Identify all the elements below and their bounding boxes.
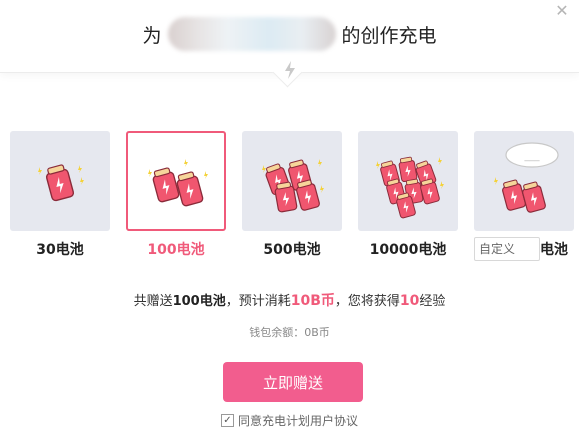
option-tile[interactable] <box>126 131 226 231</box>
summary-cost: 10B币 <box>290 293 335 309</box>
option-label: 10000电池 <box>369 242 447 258</box>
wallet-balance: 钱包余额：0B币 <box>249 326 330 339</box>
option-label: 100电池 <box>147 242 205 258</box>
battery-icon-group <box>262 159 324 213</box>
option-label: 500电池 <box>263 242 321 258</box>
spark-icon <box>78 165 82 173</box>
dialog-title: 为 的创作充电 <box>0 17 579 51</box>
spark-icon <box>80 177 84 185</box>
agreement-checkbox[interactable]: ✓ <box>220 414 234 427</box>
spark-icon <box>320 185 324 193</box>
battery-icon-group <box>38 164 84 202</box>
summary-text: 经验 <box>419 294 446 309</box>
spark-icon <box>440 181 444 189</box>
battery-can-icon <box>296 179 320 211</box>
battery-can-icon <box>398 156 418 183</box>
summary-text: 共赠送 <box>133 294 173 309</box>
bubble-text: ___ <box>524 151 541 162</box>
battery-icon-group <box>148 159 208 207</box>
summary-exp: 10 <box>399 293 420 309</box>
spark-icon <box>318 159 322 167</box>
battery-can-icon <box>502 179 526 211</box>
battery-can-icon <box>45 164 75 202</box>
battery-can-icon <box>522 181 546 213</box>
summary-amount: 100电池 <box>172 294 226 309</box>
spark-icon <box>184 159 188 167</box>
option-custom[interactable]: ___ 电池 <box>474 131 574 261</box>
spark-icon <box>494 177 498 185</box>
option-tile[interactable] <box>242 131 342 231</box>
summary-text: ，您将获得 <box>334 294 400 309</box>
battery-options: 30电池 100电池 500电池 10000电池 ___ 电池 <box>10 131 579 271</box>
lightning-icon <box>285 61 295 79</box>
option-100[interactable]: 100电池 <box>126 131 226 259</box>
creator-name-blurred <box>167 17 336 51</box>
spark-icon <box>376 161 380 169</box>
title-prefix: 为 <box>142 24 162 47</box>
battery-can-icon <box>176 171 204 207</box>
option-label: 30电池 <box>36 242 84 258</box>
custom-amount-input[interactable] <box>474 237 540 261</box>
option-tile[interactable] <box>358 131 458 231</box>
battery-icon-group: ___ <box>494 142 559 213</box>
close-icon[interactable]: ✕ <box>553 2 571 20</box>
battery-icon-group <box>376 156 444 219</box>
option-30[interactable]: 30电池 <box>10 131 110 259</box>
spark-icon <box>262 165 266 173</box>
gift-summary: 共赠送100电池，预计消耗10B币，您将获得10经验 <box>0 290 579 310</box>
give-now-button[interactable]: 立即赠送 <box>223 362 363 402</box>
spark-icon <box>204 171 208 179</box>
option-10000[interactable]: 10000电池 <box>358 131 458 259</box>
battery-can-icon <box>152 167 180 203</box>
option-500[interactable]: 500电池 <box>242 131 342 259</box>
agreement-text: 同意充电计划用户协议 <box>237 414 358 428</box>
spark-icon <box>438 157 442 165</box>
custom-unit-label: 电池 <box>540 242 568 258</box>
spark-icon <box>38 167 42 175</box>
option-tile[interactable]: ___ <box>474 131 574 231</box>
title-suffix: 的创作充电 <box>341 24 437 47</box>
option-tile[interactable] <box>10 131 110 231</box>
agreement-row: ✓ 同意充电计划用户协议 <box>0 412 579 429</box>
spark-icon <box>148 169 152 177</box>
summary-text: ，预计消耗 <box>225 294 291 309</box>
